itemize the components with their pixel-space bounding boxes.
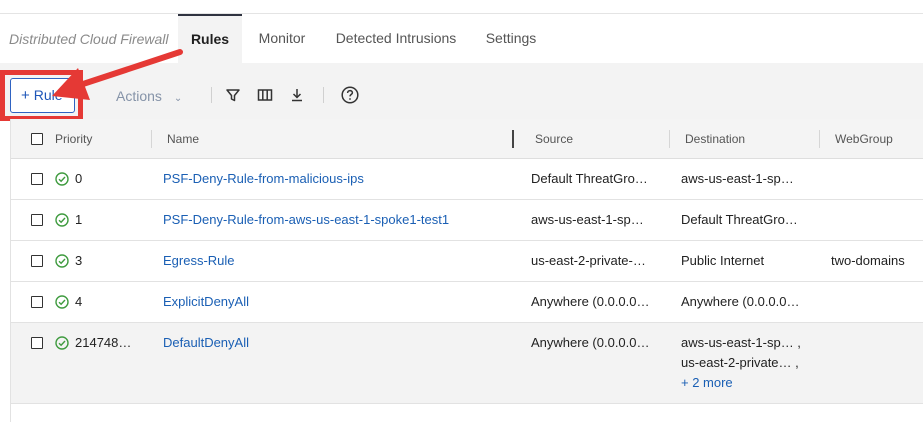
check-circle-icon xyxy=(55,172,69,186)
rule-name-link[interactable]: ExplicitDenyAll xyxy=(163,294,249,309)
toolbar-divider xyxy=(211,87,212,103)
column-header-webgroup[interactable]: WebGroup xyxy=(835,132,893,146)
priority-cell: 0 xyxy=(75,171,83,186)
rule-name-link[interactable]: Egress-Rule xyxy=(163,253,235,268)
table-row[interactable]: 0 PSF-Deny-Rule-from-malicious-ips Defau… xyxy=(11,159,923,200)
tab-rules[interactable]: Rules xyxy=(178,14,242,63)
destination-cell: aws-us-east-1-sp… xyxy=(681,171,794,186)
rules-table: Priority Name Source Destination WebGrou… xyxy=(10,119,923,422)
columns-icon[interactable] xyxy=(257,87,273,103)
tab-settings[interactable]: Settings xyxy=(478,14,544,63)
download-icon[interactable] xyxy=(289,87,305,103)
table-header: Priority Name Source Destination WebGrou… xyxy=(11,119,923,159)
toolbar: + Rule Actions ⌄ xyxy=(0,63,923,121)
source-cell: aws-us-east-1-sp… xyxy=(531,212,644,227)
help-icon[interactable] xyxy=(341,86,359,104)
row-checkbox[interactable] xyxy=(31,337,43,349)
destination-cell: Anywhere (0.0.0.0… xyxy=(681,294,800,309)
webgroup-cell: two-domains xyxy=(831,253,905,268)
table-row[interactable]: 4 ExplicitDenyAll Anywhere (0.0.0.0… Any… xyxy=(11,282,923,323)
column-header-destination[interactable]: Destination xyxy=(685,132,745,146)
tab-detected-intrusions[interactable]: Detected Intrusions xyxy=(330,14,462,63)
check-circle-icon xyxy=(55,213,69,227)
product-name: Distributed Cloud Firewall xyxy=(9,31,169,47)
priority-cell: 1 xyxy=(75,212,83,227)
check-circle-icon xyxy=(55,336,69,350)
priority-cell: 4 xyxy=(75,294,83,309)
tab-monitor[interactable]: Monitor xyxy=(250,14,314,63)
source-cell: us-east-2-private-… xyxy=(531,253,646,268)
rule-name-link[interactable]: PSF-Deny-Rule-from-aws-us-east-1-spoke1-… xyxy=(163,212,449,227)
annotation-highlight-box xyxy=(0,70,83,121)
column-resize-handle[interactable] xyxy=(512,130,514,148)
rule-name-link[interactable]: DefaultDenyAll xyxy=(163,335,249,350)
destination-cell: us-east-2-private… , xyxy=(681,355,799,370)
filter-icon[interactable] xyxy=(225,87,241,103)
row-checkbox[interactable] xyxy=(31,255,43,267)
rule-name-link[interactable]: PSF-Deny-Rule-from-malicious-ips xyxy=(163,171,364,186)
destination-cell: aws-us-east-1-sp… , xyxy=(681,335,801,350)
actions-label: Actions xyxy=(116,88,162,104)
toolbar-divider xyxy=(323,87,324,103)
check-circle-icon xyxy=(55,254,69,268)
tab-bar: Distributed Cloud Firewall Rules Monitor… xyxy=(0,14,923,63)
row-checkbox[interactable] xyxy=(31,173,43,185)
more-destinations-link[interactable]: + 2 more xyxy=(681,375,733,390)
column-divider xyxy=(151,130,152,148)
table-row[interactable]: 1 PSF-Deny-Rule-from-aws-us-east-1-spoke… xyxy=(11,200,923,241)
table-row[interactable]: 214748… DefaultDenyAll Anywhere (0.0.0.0… xyxy=(11,323,923,404)
table-row[interactable]: 3 Egress-Rule us-east-2-private-… Public… xyxy=(11,241,923,282)
destination-cell: Public Internet xyxy=(681,253,765,268)
column-header-source[interactable]: Source xyxy=(535,132,573,146)
priority-cell: 214748… xyxy=(75,335,132,350)
column-header-priority[interactable]: Priority xyxy=(55,132,92,146)
source-cell: Anywhere (0.0.0.0… xyxy=(531,335,650,350)
column-divider xyxy=(819,130,820,148)
row-checkbox[interactable] xyxy=(31,296,43,308)
column-divider xyxy=(669,130,670,148)
destination-cell: Default ThreatGro… xyxy=(681,212,798,227)
select-all-checkbox[interactable] xyxy=(31,133,43,145)
actions-dropdown[interactable]: Actions ⌄ xyxy=(116,88,182,104)
priority-cell: 3 xyxy=(75,253,83,268)
column-header-name[interactable]: Name xyxy=(167,132,199,146)
source-cell: Anywhere (0.0.0.0… xyxy=(531,294,650,309)
row-checkbox[interactable] xyxy=(31,214,43,226)
chevron-down-icon: ⌄ xyxy=(173,93,183,104)
source-cell: Default ThreatGro… xyxy=(531,171,648,186)
check-circle-icon xyxy=(55,295,69,309)
